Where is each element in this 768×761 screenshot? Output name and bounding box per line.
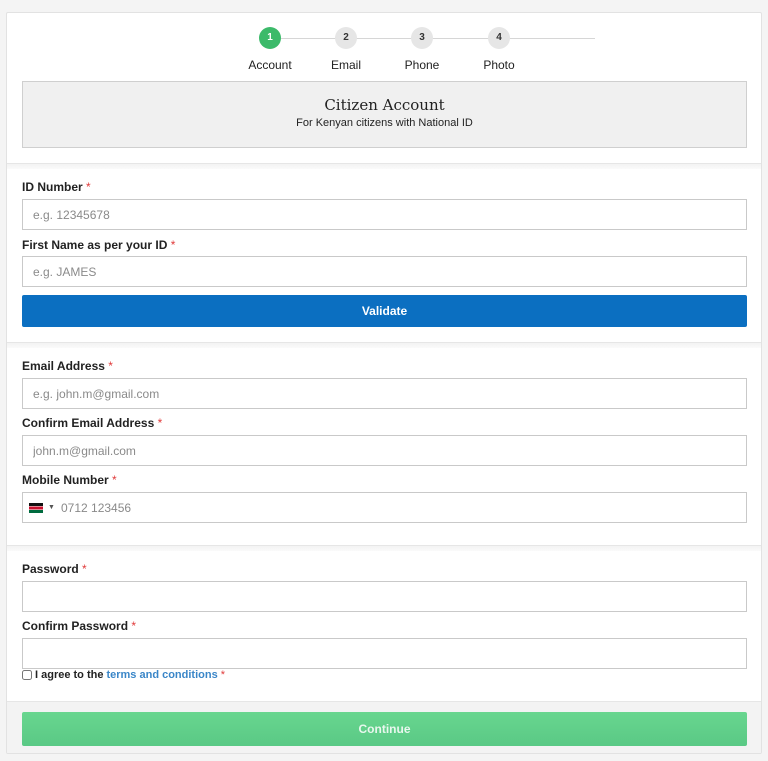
confirm-password-input[interactable]: [22, 638, 747, 669]
mobile-number-input[interactable]: [57, 493, 737, 522]
terms-link[interactable]: terms and conditions: [106, 669, 217, 681]
password-input[interactable]: [22, 581, 747, 612]
validate-button[interactable]: Validate: [22, 295, 747, 327]
required-marker: *: [82, 562, 87, 576]
required-marker: *: [157, 416, 163, 430]
continue-button[interactable]: Continue: [22, 712, 747, 746]
step-number: 2: [335, 27, 357, 49]
section-divider: [7, 545, 761, 551]
required-marker: *: [112, 473, 117, 487]
account-title: Citizen Account: [324, 96, 445, 114]
mobile-number-label: Mobile Number *: [22, 473, 117, 487]
agree-text: I agree to the: [35, 669, 104, 681]
section-divider: [7, 163, 761, 169]
confirm-password-label: Confirm Password *: [22, 619, 137, 633]
terms-checkbox[interactable]: [22, 670, 32, 680]
email-input[interactable]: [22, 378, 747, 409]
account-type-panel: Citizen Account For Kenyan citizens with…: [22, 81, 747, 148]
mobile-number-field: ▼: [22, 492, 747, 523]
registration-card: 1 Account 2 Email 3 Phone 4 Photo Citize…: [6, 12, 762, 754]
step-photo: 4 Photo: [449, 27, 549, 72]
step-label: Photo: [483, 58, 515, 72]
account-subtitle: For Kenyan citizens with National ID: [296, 117, 473, 129]
id-number-label: ID Number *: [22, 180, 91, 194]
step-number: 4: [488, 27, 510, 49]
required-marker: *: [131, 619, 137, 633]
first-name-input[interactable]: [22, 256, 747, 287]
country-dropdown-caret-icon[interactable]: ▼: [48, 504, 55, 511]
password-label: Password *: [22, 562, 87, 576]
required-marker: *: [170, 238, 176, 252]
required-marker: *: [86, 180, 91, 194]
step-number: 1: [259, 27, 281, 49]
form-footer: Continue: [7, 701, 761, 753]
step-number: 3: [411, 27, 433, 49]
progress-stepper: 1 Account 2 Email 3 Phone 4 Photo: [7, 13, 761, 83]
section-divider: [7, 342, 761, 348]
confirm-email-input[interactable]: [22, 435, 747, 466]
email-label: Email Address *: [22, 359, 113, 373]
id-number-input[interactable]: [22, 199, 747, 230]
confirm-email-label: Confirm Email Address *: [22, 416, 163, 430]
kenya-flag-icon[interactable]: [29, 503, 43, 513]
first-name-label: First Name as per your ID *: [22, 238, 176, 252]
required-marker: *: [108, 359, 113, 373]
required-marker: *: [220, 669, 225, 681]
terms-agreement: I agree to the terms and conditions *: [22, 669, 225, 681]
